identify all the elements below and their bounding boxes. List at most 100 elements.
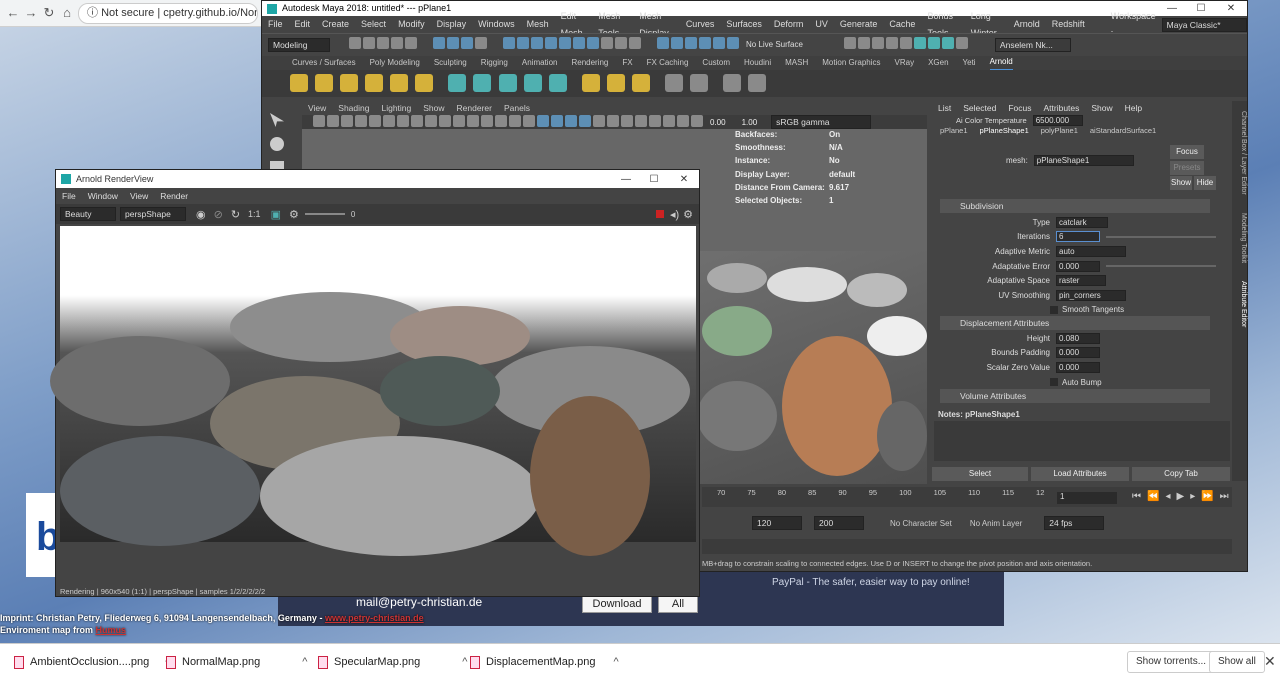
menu-cache[interactable]: Cache bbox=[889, 16, 915, 33]
copy-tab-button[interactable]: Copy Tab bbox=[1132, 467, 1230, 481]
shelf-tab[interactable]: Houdini bbox=[744, 56, 771, 70]
menu-curves[interactable]: Curves bbox=[686, 16, 715, 33]
attr-menu[interactable]: Attributes bbox=[1043, 103, 1079, 113]
adaptive-error-slider[interactable] bbox=[1106, 265, 1216, 268]
menu-file[interactable]: File bbox=[268, 16, 283, 33]
gear-icon[interactable]: ⚙ bbox=[683, 208, 693, 221]
download-button[interactable]: Download bbox=[582, 596, 652, 613]
paypal-banner[interactable]: PayPal - The safer, easier way to pay on… bbox=[772, 577, 970, 588]
play-icon[interactable]: ▶ bbox=[1176, 491, 1184, 502]
side-tab[interactable]: Modeling Toolkit bbox=[1240, 213, 1247, 263]
renderview-icon[interactable] bbox=[664, 74, 683, 92]
adaptive-error-field[interactable]: 0.000 bbox=[1056, 260, 1100, 272]
download-item[interactable]: DisplacementMap.png ^ bbox=[470, 652, 619, 672]
max-frame-field[interactable]: 200 bbox=[814, 516, 864, 530]
iterations-slider[interactable] bbox=[1106, 235, 1216, 238]
curves-icon[interactable] bbox=[523, 74, 542, 92]
shelf-tab[interactable]: Rendering bbox=[571, 56, 608, 70]
close-icon[interactable]: ✕ bbox=[670, 171, 698, 186]
user-account[interactable]: Anselem Nk... bbox=[994, 37, 1071, 52]
close-icon[interactable]: ✕ bbox=[1264, 653, 1276, 670]
chevron-up-icon[interactable]: ^ bbox=[613, 656, 618, 668]
menu-windows[interactable]: Windows bbox=[478, 16, 515, 33]
live-surface-label[interactable]: No Live Surface bbox=[746, 40, 803, 49]
menu-surfaces[interactable]: Surfaces bbox=[726, 16, 762, 33]
render-image[interactable] bbox=[50, 226, 696, 556]
menu-redshift[interactable]: Redshift bbox=[1052, 16, 1085, 33]
env-link[interactable]: Humus bbox=[96, 625, 127, 635]
menu-mesh[interactable]: Mesh bbox=[527, 16, 549, 33]
node-tab[interactable]: polyPlane1 bbox=[1041, 126, 1078, 135]
show-torrents-button[interactable]: Show torrents... bbox=[1127, 651, 1216, 673]
chevron-up-icon[interactable]: ^ bbox=[302, 656, 307, 668]
exposure-value[interactable]: 0.00 bbox=[710, 118, 726, 127]
shelf-tab[interactable]: FX Caching bbox=[647, 56, 689, 70]
rv-menu[interactable]: Render bbox=[160, 188, 188, 204]
lasso-tool-icon[interactable] bbox=[270, 137, 284, 151]
play-icon[interactable] bbox=[748, 74, 767, 92]
show-button[interactable]: Show bbox=[1170, 176, 1192, 190]
mode-select[interactable]: Modeling bbox=[268, 37, 330, 52]
node-tab-active[interactable]: pPlaneShape1 bbox=[980, 126, 1029, 135]
shelf-tab[interactable]: Motion Graphics bbox=[822, 56, 880, 70]
select-button[interactable]: Select bbox=[932, 467, 1028, 481]
shelf-tab[interactable]: Curves / Surfaces bbox=[292, 56, 356, 70]
reload-icon[interactable]: ↻ bbox=[40, 4, 58, 22]
node-tab[interactable]: pPlane1 bbox=[940, 126, 968, 135]
all-button[interactable]: All bbox=[658, 596, 698, 613]
point-light-icon[interactable] bbox=[315, 74, 334, 92]
refresh-icon[interactable]: ↻ bbox=[231, 208, 240, 221]
adaptive-space-dropdown[interactable]: raster bbox=[1056, 275, 1106, 287]
standin-icon[interactable] bbox=[448, 74, 467, 92]
attr-menu[interactable]: Help bbox=[1125, 103, 1142, 113]
command-line[interactable] bbox=[702, 539, 1232, 554]
ratio-label[interactable]: 1:1 bbox=[248, 209, 261, 219]
viewport-menu[interactable]: Show bbox=[423, 101, 444, 115]
shelf-tab[interactable]: Animation bbox=[522, 56, 558, 70]
settings-icon[interactable] bbox=[689, 74, 708, 92]
home-icon[interactable]: ⌂ bbox=[58, 4, 76, 22]
photometric-light-icon[interactable] bbox=[415, 74, 434, 92]
attr-menu[interactable]: Focus bbox=[1008, 103, 1031, 113]
iterations-field[interactable]: 6 bbox=[1056, 231, 1100, 243]
shelf-tab[interactable]: Yeti bbox=[963, 56, 976, 70]
select-tool-icon[interactable] bbox=[270, 113, 284, 127]
colorspace-select[interactable]: sRGB gamma bbox=[771, 115, 872, 129]
type-dropdown[interactable]: catclark bbox=[1056, 216, 1108, 228]
current-frame-field[interactable]: 1 bbox=[1057, 492, 1117, 504]
show-all-button[interactable]: Show all bbox=[1209, 651, 1265, 673]
menu-modify[interactable]: Modify bbox=[398, 16, 425, 33]
forward-icon[interactable]: → bbox=[22, 4, 40, 22]
viewport-3d-scene[interactable] bbox=[697, 251, 927, 484]
load-attributes-button[interactable]: Load Attributes bbox=[1031, 467, 1129, 481]
checkbox[interactable] bbox=[1050, 305, 1058, 314]
shelf-tab[interactable]: MASH bbox=[785, 56, 808, 70]
step-forward-icon[interactable]: ⏩ bbox=[1201, 491, 1213, 502]
shelf-tab[interactable]: XGen bbox=[928, 56, 948, 70]
presets-button[interactable]: Presets bbox=[1170, 161, 1204, 175]
export-standin-icon[interactable] bbox=[498, 74, 517, 92]
shelf-tab-arnold[interactable]: Arnold bbox=[989, 55, 1013, 71]
prev-key-icon[interactable]: ◂ bbox=[1165, 491, 1170, 502]
download-item[interactable]: AmbientOcclusion....png^ bbox=[14, 652, 170, 672]
node-tab[interactable]: aiStandardSurface1 bbox=[1090, 126, 1156, 135]
fps-select[interactable]: 24 fps bbox=[1044, 516, 1105, 530]
side-tab-active[interactable]: Attribute Editor bbox=[1240, 281, 1247, 327]
rv-menu[interactable]: File bbox=[62, 188, 76, 204]
shelf-tab[interactable]: Poly Modeling bbox=[370, 56, 420, 70]
settings-icon[interactable]: ⚙ bbox=[289, 208, 299, 221]
time-slider[interactable]: 70 75 80 85 90 95 100 105 110 115 12 1 ⏮… bbox=[702, 487, 1232, 507]
camera-select[interactable]: perspShape bbox=[120, 207, 186, 221]
shelf-tab[interactable]: Rigging bbox=[481, 56, 508, 70]
render-icon[interactable] bbox=[581, 74, 600, 92]
skydome-light-icon[interactable] bbox=[365, 74, 384, 92]
region-icon[interactable]: ▣ bbox=[271, 208, 281, 221]
spot-light-icon[interactable] bbox=[340, 74, 359, 92]
maximize-icon[interactable]: ☐ bbox=[1187, 1, 1215, 16]
ipr-icon[interactable] bbox=[606, 74, 625, 92]
adaptive-metric-dropdown[interactable]: auto bbox=[1056, 245, 1126, 257]
speaker-icon[interactable]: ◂) bbox=[670, 208, 679, 221]
flush-icon[interactable] bbox=[548, 74, 567, 92]
volume-section[interactable]: Volume Attributes bbox=[940, 389, 1210, 403]
subdivision-section[interactable]: Subdivision bbox=[940, 199, 1210, 213]
